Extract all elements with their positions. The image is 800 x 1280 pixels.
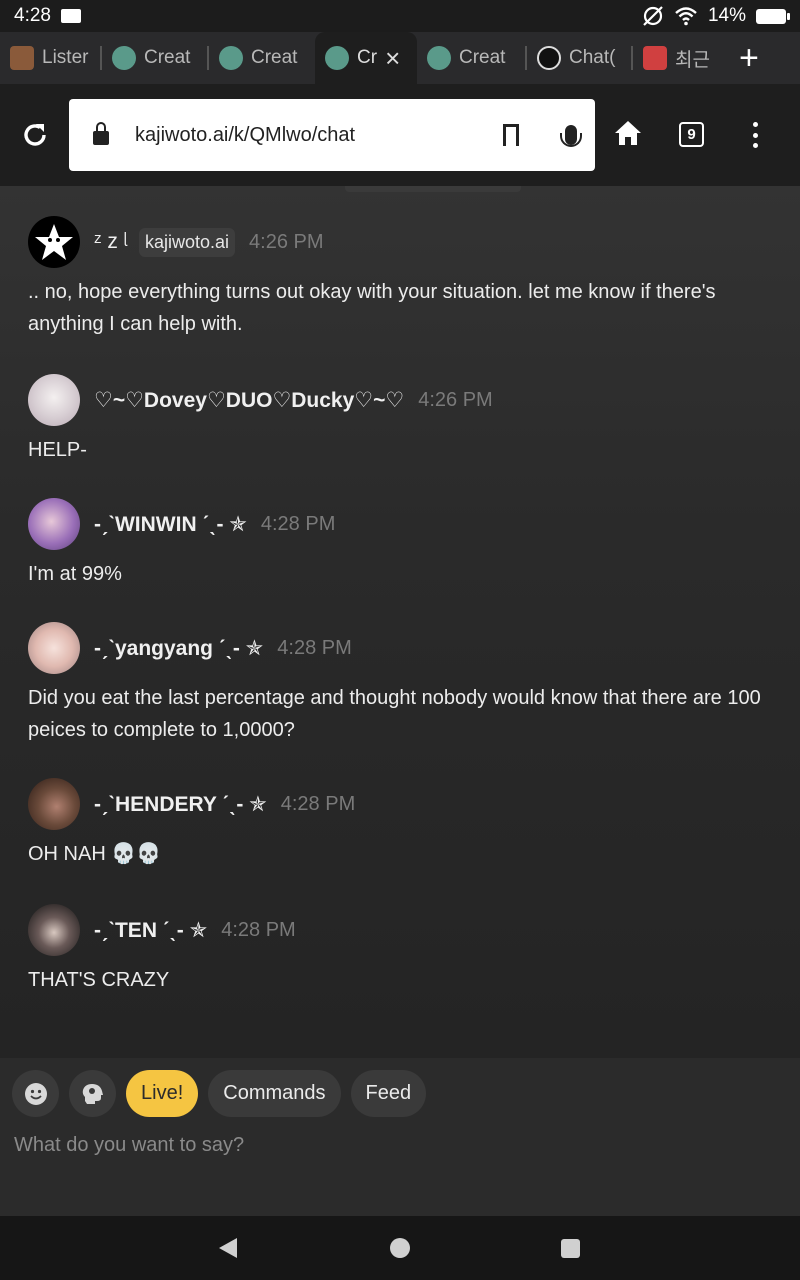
live-chip[interactable]: Live!: [126, 1070, 199, 1117]
avatar[interactable]: [28, 216, 80, 268]
avatar[interactable]: [28, 778, 80, 830]
address-bar[interactable]: kajiwoto.ai/k/QMlwo/chat: [69, 99, 595, 171]
reload-icon[interactable]: [0, 120, 70, 150]
smiley-icon: [24, 1082, 47, 1105]
message-text: I'm at 99%: [28, 563, 122, 585]
tab-label: Creat: [459, 47, 506, 68]
head-brain-icon: [82, 1083, 103, 1104]
home-icon[interactable]: [613, 118, 643, 148]
message-author[interactable]: -ˏˋWINWIN ˊˎ- ✯: [94, 512, 247, 537]
ghost-favicon-icon: [325, 46, 349, 70]
avatar[interactable]: [28, 622, 80, 674]
message-author[interactable]: -ˏˋyangyang ˊˎ- ✯: [94, 636, 263, 661]
browser-tab[interactable]: 최근: [633, 32, 733, 84]
chat-message: ᶻ z ᶩ kajiwoto.ai 4:26 PM .. no, hope ev…: [28, 216, 788, 340]
tab-label: Cr: [357, 47, 378, 68]
do-not-disturb-icon: [643, 6, 663, 26]
feed-chip[interactable]: Feed: [350, 1070, 427, 1117]
commands-chip[interactable]: Commands: [208, 1070, 341, 1117]
avatar[interactable]: [28, 904, 80, 956]
message-timestamp: 4:28 PM: [277, 636, 352, 659]
message-text: Did you eat the last percentage and thou…: [28, 687, 761, 741]
tab-label: Creat: [144, 47, 191, 68]
microphone-icon[interactable]: [560, 125, 582, 147]
browser-tab[interactable]: Lister: [0, 32, 102, 84]
message-author[interactable]: ♡~♡Dovey♡DUO♡Ducky♡~♡: [94, 388, 404, 413]
chat-message: -ˏˋTEN ˊˎ- ✯ 4:28 PM THAT'S CRAZY: [28, 904, 788, 996]
message-text: HELP-: [28, 439, 87, 461]
message-text: OH NAH 💀💀: [28, 843, 162, 865]
browser-tab-strip: Lister Creat Creat Cr × Creat Chat( 최근 +: [0, 32, 800, 84]
tab-label: Chat(: [569, 47, 616, 68]
tab-favicon-icon: [10, 46, 34, 70]
chat-message: ♡~♡Dovey♡DUO♡Ducky♡~♡ 4:26 PM HELP-: [28, 374, 788, 466]
composer-actions: Live! Commands Feed: [12, 1070, 427, 1117]
lock-icon: [93, 122, 109, 145]
close-tab-icon[interactable]: ×: [385, 43, 400, 74]
recents-icon[interactable]: [561, 1239, 580, 1258]
message-timestamp: 4:28 PM: [260, 512, 336, 535]
bot-badge: kajiwoto.ai: [139, 227, 236, 257]
message-text: .. no, hope everything turns out okay wi…: [28, 281, 716, 335]
browser-tab-active[interactable]: Cr ×: [315, 32, 417, 84]
overflow-menu-icon[interactable]: [751, 122, 759, 148]
chat-message: -ˏˋWINWIN ˊˎ- ✯ 4:28 PM I'm at 99%: [28, 498, 788, 590]
composer: Live! Commands Feed: [0, 1058, 800, 1216]
tab-label: 최근: [675, 49, 710, 71]
browser-tab[interactable]: Creat: [417, 32, 527, 84]
browser-tab[interactable]: Creat: [102, 32, 209, 84]
system-nav-bar: [0, 1216, 800, 1280]
persona-button[interactable]: [69, 1070, 116, 1117]
tab-label: Creat: [251, 47, 298, 68]
message-timestamp: 4:26 PM: [418, 388, 493, 411]
back-icon[interactable]: [219, 1238, 237, 1258]
battery-percent: 14%: [707, 5, 746, 26]
browser-toolbar: kajiwoto.ai/k/QMlwo/chat 9: [0, 84, 800, 186]
new-tab-button[interactable]: +: [739, 39, 759, 78]
bookmark-icon[interactable]: [503, 124, 519, 149]
wifi-icon: [675, 7, 697, 26]
browser-tab[interactable]: Chat(: [527, 32, 633, 84]
tab-favicon-icon: [643, 46, 667, 70]
ghost-favicon-icon: [112, 46, 136, 70]
home-circle-icon[interactable]: [390, 1238, 410, 1258]
message-author[interactable]: -ˏˋHENDERY ˊˎ- ✯: [94, 792, 267, 817]
message-timestamp: 4:28 PM: [280, 792, 356, 815]
ghost-favicon-icon: [219, 46, 243, 70]
chat-message: -ˏˋyangyang ˊˎ- ✯ 4:28 PM Did you eat th…: [28, 622, 788, 746]
avatar[interactable]: [28, 374, 80, 426]
chat-feed[interactable]: ᶻ z ᶩ kajiwoto.ai 4:26 PM .. no, hope ev…: [0, 186, 800, 1058]
chat-message: -ˏˋHENDERY ˊˎ- ✯ 4:28 PM OH NAH 💀💀: [28, 778, 788, 870]
chatgpt-favicon-icon: [537, 46, 561, 70]
mail-icon: [60, 9, 81, 23]
message-timestamp: 4:28 PM: [221, 918, 296, 941]
url-text[interactable]: kajiwoto.ai/k/QMlwo/chat: [135, 124, 503, 147]
message-author[interactable]: -ˏˋTEN ˊˎ- ✯: [94, 918, 207, 943]
status-bar: 4:28 14%: [0, 0, 800, 32]
status-time: 4:28: [14, 5, 51, 26]
avatar[interactable]: [28, 498, 80, 550]
battery-charging-icon: [756, 8, 790, 24]
drag-handle: [345, 186, 521, 192]
message-input[interactable]: [14, 1130, 784, 1160]
message-text: THAT'S CRAZY: [28, 969, 170, 991]
emoji-button[interactable]: [12, 1070, 59, 1117]
tab-switcher-button[interactable]: 9: [679, 122, 704, 147]
browser-tab[interactable]: Creat: [209, 32, 315, 84]
tab-label: Lister: [42, 47, 89, 68]
message-author[interactable]: ᶻ z ᶩ: [94, 230, 127, 254]
ghost-favicon-icon: [427, 46, 451, 70]
message-timestamp: 4:26 PM: [249, 230, 324, 253]
